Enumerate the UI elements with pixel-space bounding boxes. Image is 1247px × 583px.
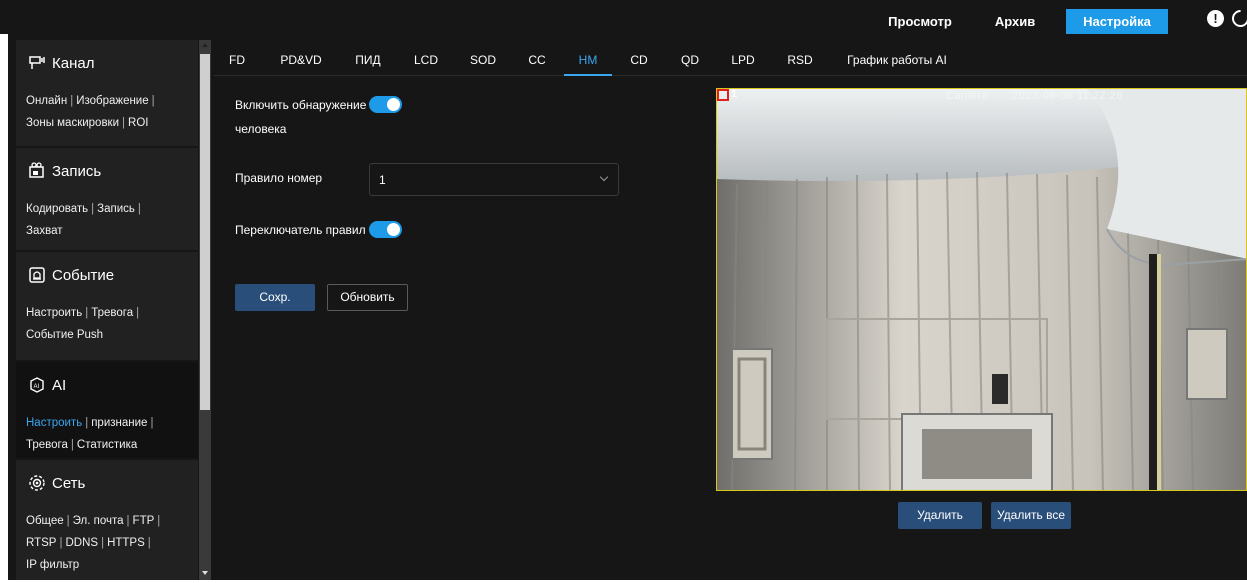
sidebar-link-ai-alarm[interactable]: Тревога: [26, 439, 68, 451]
sidebar-title-event[interactable]: Событие: [28, 266, 114, 284]
camera-name: Camera: [946, 90, 989, 102]
tab-qd[interactable]: QD: [678, 46, 702, 76]
nav-settings[interactable]: Настройка: [1066, 9, 1168, 34]
tab-cd[interactable]: CD: [627, 46, 651, 76]
sidebar-link-masking[interactable]: Зоны маскировки: [26, 117, 119, 129]
refresh-button[interactable]: Обновить: [327, 284, 408, 311]
nav-view[interactable]: Просмотр: [880, 9, 960, 34]
toggle-knob: [387, 98, 400, 111]
sidebar-scrollbar[interactable]: [199, 40, 211, 580]
sidebar-link-https[interactable]: HTTPS: [107, 537, 145, 549]
sidebar-link-general[interactable]: Общее: [26, 515, 64, 527]
sidebar-link-push[interactable]: Событие Push: [26, 329, 103, 341]
svg-text:AI: AI: [34, 384, 40, 390]
tab-lcd[interactable]: LCD: [410, 46, 442, 76]
sidebar-title-label: Событие: [52, 266, 115, 284]
toggle-knob: [387, 223, 400, 236]
sidebar-links: Общее | Эл. почта | FTP | RTSP | DDNS | HTTPS | IP…: [26, 515, 161, 571]
scroll-down-icon[interactable]: [202, 571, 208, 575]
rule-number-select[interactable]: 1: [369, 163, 619, 196]
sidebar-link-alarm[interactable]: Тревога: [91, 307, 133, 319]
sidebar-title-label: AI: [52, 376, 67, 394]
channel-icon: [28, 54, 46, 72]
scroll-up-icon[interactable]: [202, 43, 208, 47]
ai-icon: AI: [28, 376, 46, 394]
tab-rsd[interactable]: RSD: [784, 46, 816, 76]
chevron-down-icon: [599, 172, 609, 182]
tab-pdvd[interactable]: PD&VD: [276, 46, 326, 76]
sidebar-link-online[interactable]: Онлайн: [26, 95, 67, 107]
sidebar-link-rtsp[interactable]: RTSP: [26, 537, 56, 549]
delete-button[interactable]: Удалить: [898, 502, 982, 529]
network-icon: [28, 474, 46, 492]
save-button[interactable]: Сохр.: [235, 284, 315, 311]
record-icon: [28, 162, 46, 180]
sidebar: Канал Онлайн | Изображение | Зоны маскировк…: [16, 40, 198, 580]
video-timestamp: 2023-06-08 11:22:26: [1012, 90, 1123, 102]
sidebar-title-network[interactable]: Сеть: [28, 474, 85, 492]
sidebar-title-record[interactable]: Запись: [28, 162, 101, 180]
sidebar-link-ddns[interactable]: DDNS: [65, 537, 98, 549]
detection-region-marker[interactable]: [717, 89, 729, 101]
sidebar-links: Кодировать | Запись | Захват: [26, 203, 141, 237]
enable-detection-toggle[interactable]: [369, 96, 402, 113]
tab-sod[interactable]: SOD: [466, 46, 500, 76]
detection-region-number: 1: [731, 88, 738, 100]
sidebar-links: Настроить | Тревога | Событие Push: [26, 307, 140, 341]
rule-switch-label: Переключатель правил: [235, 223, 366, 237]
video-overlay: Camera 2023-06-08 11:22:26: [946, 90, 1123, 102]
tab-pid[interactable]: ПИД: [351, 46, 385, 76]
event-icon: [28, 266, 46, 284]
sidebar-link-encode[interactable]: Кодировать: [26, 203, 88, 215]
sidebar-title-label: Сеть: [52, 474, 86, 492]
rule-number-label: Правило номер: [235, 171, 323, 185]
sidebar-title-label: Запись: [52, 162, 102, 180]
delete-all-button[interactable]: Удалить все: [991, 502, 1071, 529]
sidebar-section-channel: Канал Онлайн | Изображение | Зоны маскировк…: [16, 40, 198, 146]
sidebar-link-image[interactable]: Изображение: [76, 95, 148, 107]
sidebar-section-event: Событие Настроить | Тревога | Событие Push: [16, 252, 198, 360]
sidebar-link-ai-configure[interactable]: Настроить: [26, 417, 82, 429]
tab-lpd[interactable]: LPD: [727, 46, 759, 76]
sidebar-link-capture[interactable]: Захват: [26, 225, 62, 237]
sidebar-link-configure[interactable]: Настроить: [26, 307, 82, 319]
nav-archive[interactable]: Архив: [985, 9, 1045, 34]
camera-image: [717, 89, 1246, 490]
top-bar: Просмотр Архив Настройка !: [0, 0, 1247, 34]
sidebar-section-network: Сеть Общее | Эл. почта | FTP | RTSP | DDNS | HTTP…: [16, 460, 198, 580]
sidebar-link-roi[interactable]: ROI: [128, 117, 148, 129]
camera-preview[interactable]: Camera 2023-06-08 11:22:26: [716, 88, 1247, 491]
enable-detection-label-line2: человека: [235, 122, 287, 136]
rule-number-value: 1: [379, 173, 386, 187]
tab-fd[interactable]: FD: [225, 46, 249, 76]
power-icon[interactable]: [1228, 6, 1247, 31]
scrollbar-thumb[interactable]: [200, 54, 210, 410]
sidebar-link-ip-filter[interactable]: IP фильтр: [26, 559, 79, 571]
alert-icon[interactable]: !: [1207, 10, 1224, 27]
sidebar-title-ai[interactable]: AI AI: [28, 376, 66, 394]
rule-switch-toggle[interactable]: [369, 221, 402, 238]
sidebar-section-ai: AI AI Настроить | признание | Тревога | Стати…: [16, 362, 198, 458]
sidebar-link-recognition[interactable]: признание: [91, 417, 147, 429]
sidebar-link-email[interactable]: Эл. почта: [73, 515, 124, 527]
sidebar-link-record[interactable]: Запись: [97, 203, 135, 215]
enable-detection-label: Включить обнаружение: [235, 98, 367, 112]
sidebar-link-statistics[interactable]: Статистика: [77, 439, 137, 451]
sidebar-links: Настроить | признание | Тревога | Статистика: [26, 417, 154, 451]
tab-cc[interactable]: CC: [525, 46, 549, 76]
tab-hm[interactable]: HM: [564, 46, 612, 76]
tab-ai-schedule[interactable]: График работы AI: [842, 46, 952, 76]
sidebar-title-label: Канал: [52, 54, 95, 72]
ai-tabs: FD PD&VD ПИД LCD SOD CC HM CD QD LPD RSD…: [214, 46, 1247, 76]
sidebar-link-ftp[interactable]: FTP: [133, 515, 155, 527]
sidebar-links: Онлайн | Изображение | Зоны маскировки | ROI: [26, 95, 155, 129]
sidebar-section-record: Запись Кодировать | Запись | Захват: [16, 148, 198, 250]
sidebar-title-channel[interactable]: Канал: [28, 54, 94, 72]
